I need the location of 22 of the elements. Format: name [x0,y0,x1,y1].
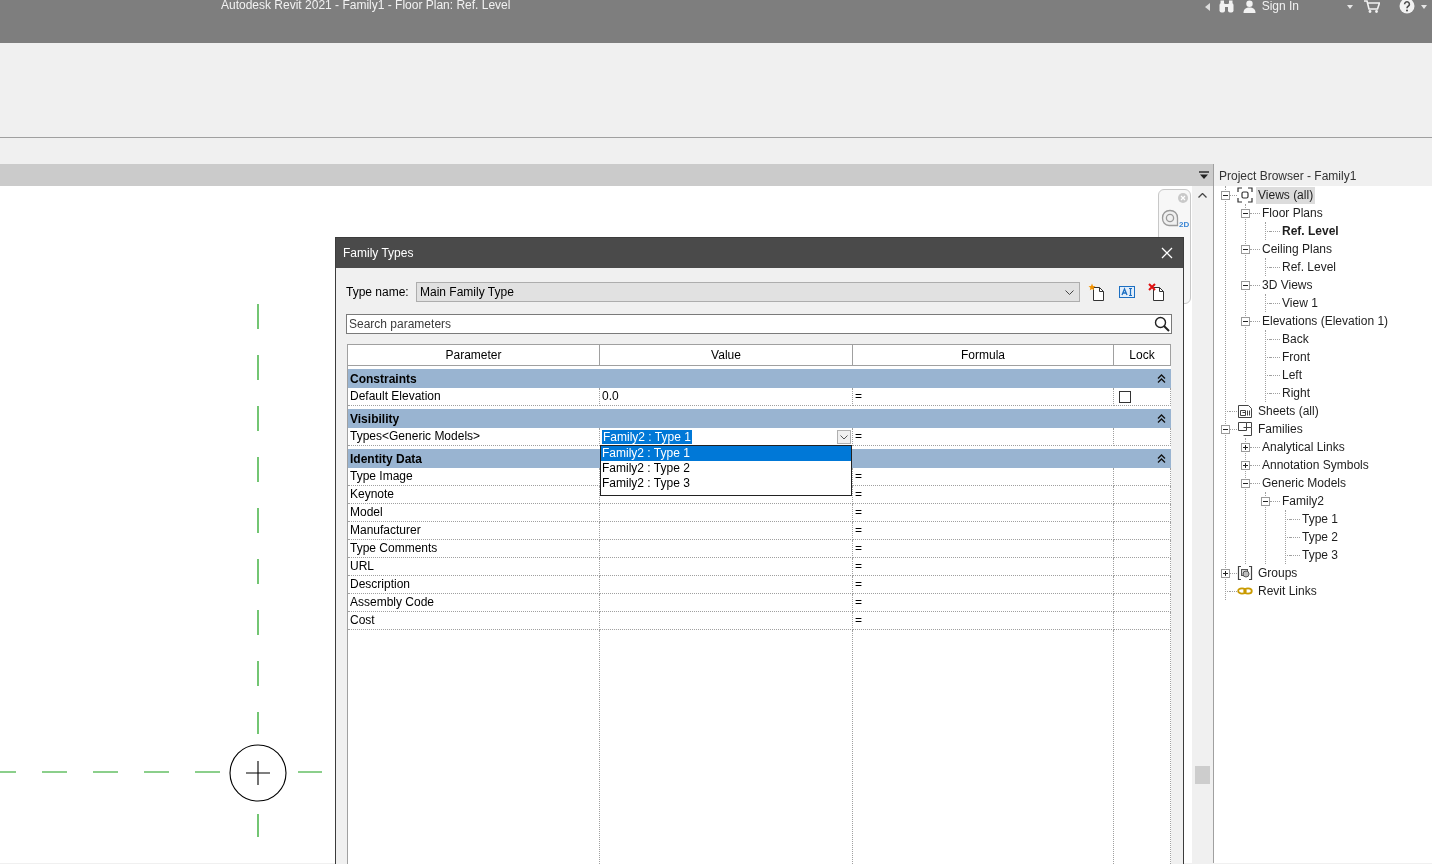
parameter-name: Manufacturer [348,522,600,540]
group-title: Constraints [350,371,417,386]
group-title: Identity Data [350,451,422,466]
parameter-name: Type Image [348,468,600,486]
column-header: Parameter [348,345,600,366]
parameter-name: Cost [348,612,600,630]
column-header: Formula [853,345,1114,366]
panel-title: Project Browser - Family1 [1214,164,1432,186]
type-name-label: Type name: [346,285,410,299]
parameter-name: Model [348,504,600,522]
parameter-name: Keynote [348,486,600,504]
group-title: Visibility [350,411,400,426]
column-header: Lock [1114,345,1171,366]
dialog-title: Family Types [343,246,414,260]
parameter-name: Types<Generic Models> [348,428,600,446]
column-header: Value [600,345,853,366]
parameter-name: Default Elevation [348,388,600,406]
window-title: Autodesk Revit 2021 - Family1 - Floor Plan: Ref. Level [221,0,511,12]
parameter-name: Assembly Code [348,594,600,612]
parameter-name: Type Comments [348,540,600,558]
parameter-name: Description [348,576,600,594]
parameter-name: URL [348,558,600,576]
